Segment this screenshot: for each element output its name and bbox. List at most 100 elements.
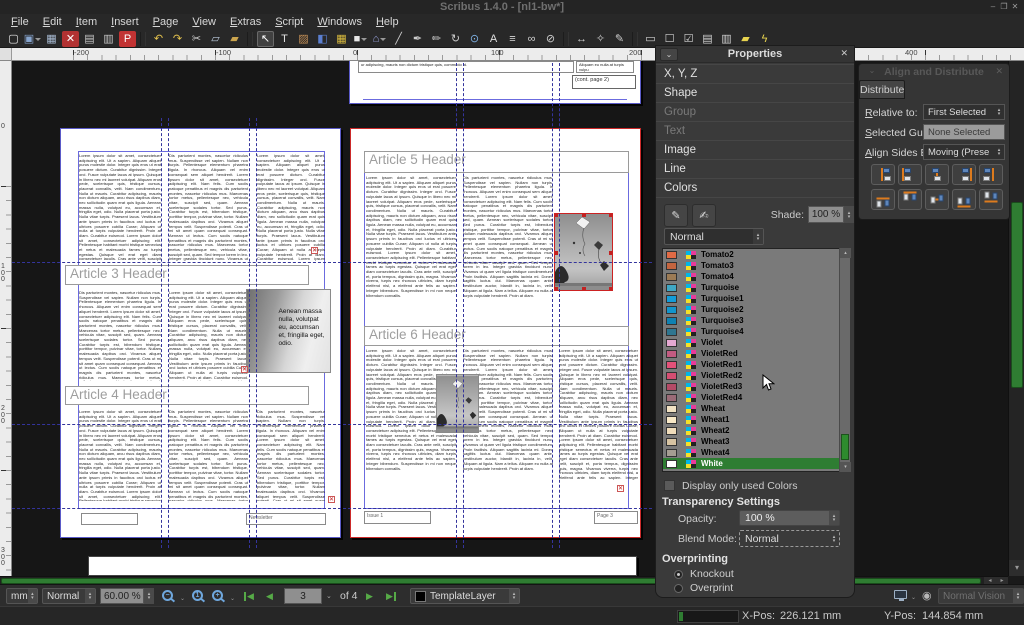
close-window-icon[interactable]: ✕ xyxy=(1010,2,1020,11)
zoom-tool-icon[interactable]: ⊙ xyxy=(466,31,483,47)
footer-frame[interactable] xyxy=(81,513,138,525)
vision-select[interactable]: Normal Vision▴▾ xyxy=(938,588,1024,604)
text-frame[interactable]: Dis parturient montes, nascetur ridiculu… xyxy=(463,176,553,311)
toolbar-button[interactable] xyxy=(563,32,569,46)
page-number-frame[interactable]: Page 3 xyxy=(594,511,638,524)
first-page-button[interactable]: ◀ xyxy=(244,588,254,604)
menu-item[interactable]: Windows xyxy=(310,15,369,29)
link-text-frames-icon[interactable]: ∞ xyxy=(523,31,540,47)
spinner-icon[interactable]: ▴▾ xyxy=(829,511,839,525)
color-list-item[interactable]: Tomato3 xyxy=(663,260,849,271)
quality-select[interactable]: Normal▴▾ xyxy=(42,588,96,604)
selection-handle[interactable] xyxy=(582,213,586,217)
align-right-to-anchor-button[interactable] xyxy=(979,164,1003,185)
unlink-text-frames-icon[interactable]: ⊘ xyxy=(542,31,559,47)
color-list-item[interactable]: Turquoise xyxy=(663,282,849,293)
opacity-field[interactable]: 100 %▴▾ xyxy=(739,510,840,526)
toolbar-button[interactable] xyxy=(140,32,146,46)
vertical-scrollbar[interactable]: ▾ xyxy=(1008,61,1024,576)
selection-handle[interactable] xyxy=(609,251,613,255)
color-list-item[interactable]: VioletRed2 xyxy=(663,370,849,381)
toolbar-button[interactable] xyxy=(632,32,638,46)
color-list-item[interactable]: Turquoise2 xyxy=(663,304,849,315)
eye-dropper-icon[interactable]: ✎ xyxy=(611,31,628,47)
shade-field[interactable]: 100 % xyxy=(808,206,844,223)
color-list-item[interactable]: VioletRed3 xyxy=(663,381,849,392)
display-only-used-checkbox[interactable] xyxy=(664,480,675,491)
zoom-spinner-icon[interactable]: ▴▾ xyxy=(144,588,154,604)
article-3-header-frame[interactable]: Article 3 Header xyxy=(65,265,309,285)
copy-icon[interactable]: ▱ xyxy=(207,31,224,47)
copy-item-properties-icon[interactable]: ✧ xyxy=(592,31,609,47)
article-6-header-frame[interactable]: Article 6 Header xyxy=(364,326,629,346)
fill-blend-mode-select[interactable]: Normal▴▾ xyxy=(664,228,764,245)
align-top-to-anchor-button[interactable] xyxy=(871,189,895,210)
display-settings-menu-icon[interactable]: ⌄ xyxy=(911,594,916,601)
radio-button-icon[interactable] xyxy=(674,584,683,593)
preview-eye-icon[interactable]: ◉ xyxy=(922,589,932,602)
scroll-down-icon[interactable]: ▾ xyxy=(840,462,851,472)
relative-to-select[interactable]: First Selected▴▾ xyxy=(923,104,1005,120)
redo-icon[interactable]: ↷ xyxy=(169,31,186,47)
article-5-header-frame[interactable]: Article 5 Header xyxy=(364,151,629,173)
tab[interactable]: Distribute xyxy=(859,80,905,99)
next-page-button[interactable]: ▶ xyxy=(366,588,373,604)
measurements-icon[interactable]: ↔ xyxy=(573,31,590,47)
align-bottom-to-anchor-button[interactable] xyxy=(979,189,1003,210)
color-list-item[interactable]: VioletRed1 xyxy=(663,359,849,370)
color-list-scrollbar[interactable]: ▴ ▾ xyxy=(839,248,850,472)
open-document-icon[interactable]: ▣ xyxy=(24,31,41,47)
preflight-verifier-icon[interactable]: ▥ xyxy=(100,31,117,47)
spinner-icon[interactable]: ▴▾ xyxy=(994,145,1004,159)
column-guide[interactable] xyxy=(249,118,250,548)
spinner-icon[interactable]: ▴▾ xyxy=(994,105,1004,119)
menu-item[interactable]: Item xyxy=(69,15,104,29)
color-list-item[interactable]: WhiteSmoke xyxy=(663,469,849,472)
page-number-field[interactable]: 3 xyxy=(284,588,322,604)
insert-line-icon[interactable]: ╱ xyxy=(390,31,407,47)
color-list-item[interactable]: Turquoise4 xyxy=(663,326,849,337)
color-list-item[interactable]: Wheat xyxy=(663,403,849,414)
color-list-item[interactable]: Wheat3 xyxy=(663,436,849,447)
menu-item[interactable]: Help xyxy=(369,15,406,29)
text-frame[interactable]: Lorem ipsum dolor sit amet, consectetuer… xyxy=(169,291,248,381)
align-sides-by-select[interactable]: Moving (Prese▴▾ xyxy=(923,144,1005,160)
radio-button-icon[interactable] xyxy=(674,570,683,579)
color-list-item[interactable]: Tomato2 xyxy=(663,249,849,260)
new-document-icon[interactable]: ▢ xyxy=(5,31,22,47)
zoom-level-field[interactable]: 60.00 % xyxy=(100,588,144,604)
text-frame[interactable]: Lorem ipsum dolor sit amet, consectetuer… xyxy=(257,154,325,262)
display-settings-icon[interactable] xyxy=(894,590,907,599)
insert-table-icon[interactable]: ▦ xyxy=(333,31,350,47)
vertical-scrollbar-thumb[interactable] xyxy=(1011,202,1023,388)
align-top-sides-button[interactable] xyxy=(898,189,922,210)
column-guide[interactable] xyxy=(168,118,169,548)
insert-bezier-curve-icon[interactable]: ✒ xyxy=(409,31,426,47)
properties-section-button[interactable]: Shape xyxy=(656,84,854,103)
page-menu-icon[interactable]: ⌄ xyxy=(326,592,332,600)
align-right-sides-button[interactable] xyxy=(952,164,976,185)
text-frame[interactable]: Lorem ipsum dolor sit amet, consectetuer… xyxy=(366,176,456,311)
selection-handle[interactable] xyxy=(609,213,613,217)
edit-line-color-icon[interactable]: ✎ xyxy=(664,204,688,227)
color-list-item[interactable]: VioletRed4 xyxy=(663,392,849,403)
properties-section-button[interactable]: Group xyxy=(656,103,854,122)
color-list-item[interactable]: White xyxy=(663,458,849,469)
text-frame[interactable]: Aliquam eu nulla at turpis vulpu xyxy=(576,61,634,73)
undo-icon[interactable]: ↶ xyxy=(150,31,167,47)
horizontal-ruler[interactable]: -200-1000100200400 xyxy=(0,48,1024,61)
column-guide[interactable] xyxy=(552,61,553,548)
align-left-to-anchor-button[interactable] xyxy=(871,164,895,185)
selection-handle[interactable] xyxy=(554,251,558,255)
zoom-in-menu-icon[interactable]: ⌄ xyxy=(230,595,235,602)
shade-spinner-icon[interactable]: ▴▾ xyxy=(844,206,854,223)
horizontal-scrollbar[interactable]: ◂ ▸ xyxy=(0,576,1008,584)
vertical-ruler[interactable]: 0100200300 xyxy=(0,61,12,576)
insert-text-frame-icon[interactable]: T xyxy=(276,31,293,47)
spinner-icon[interactable]: ▴▾ xyxy=(829,531,839,546)
export-pdf-icon[interactable]: P xyxy=(119,31,136,47)
article-4-header-frame[interactable]: Article 4 Header xyxy=(65,386,309,405)
column-guide[interactable] xyxy=(456,61,457,548)
horizontal-guide[interactable] xyxy=(12,424,652,425)
text-frame[interactable]: Dis parturient montes, nascetur ridiculu… xyxy=(169,154,248,262)
